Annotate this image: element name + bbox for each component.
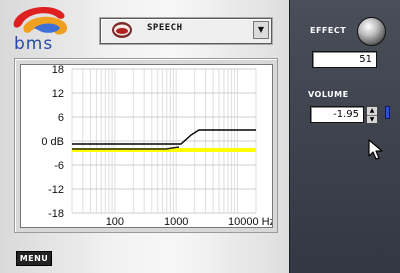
y-tick-label: -18 — [48, 208, 64, 220]
y-tick-label: -6 — [54, 160, 64, 172]
preset-label: SPEECH — [147, 23, 183, 33]
y-tick-label: 18 — [52, 65, 64, 76]
volume-level-indicator — [385, 106, 390, 119]
mouse-cursor-icon — [368, 139, 383, 160]
dropdown-arrow-icon[interactable]: ▼ — [253, 21, 269, 39]
volume-value-field[interactable]: -1.95 — [310, 106, 364, 123]
stepper-up-icon[interactable]: ▲ — [367, 107, 377, 115]
mouth-icon — [112, 22, 132, 38]
y-tick-label: 6 — [58, 112, 64, 124]
eq-graph: 18 12 6 0 dB -6 -12 -18 100 1000 10000 Hz — [20, 64, 275, 228]
y-tick-label: 12 — [52, 88, 64, 100]
effect-label: EFFECT — [310, 26, 347, 35]
effect-knob[interactable] — [357, 17, 386, 46]
volume-label: VOLUME — [308, 90, 349, 99]
preset-dropdown[interactable]: SPEECH ▼ — [100, 18, 272, 44]
plugin-control-panel — [289, 0, 400, 273]
eq-graph-frame: 18 12 6 0 dB -6 -12 -18 100 1000 10000 Hz — [14, 58, 278, 233]
menu-button[interactable]: MENU — [16, 251, 52, 266]
x-tick-label: 100 — [106, 216, 124, 227]
logo-text: bms — [14, 34, 54, 54]
stepper-down-icon[interactable]: ▼ — [367, 115, 377, 124]
volume-stepper[interactable]: ▲ ▼ — [366, 106, 378, 124]
y-tick-label: -12 — [48, 184, 64, 196]
eq-graph-svg: 18 12 6 0 dB -6 -12 -18 100 1000 10000 Hz — [41, 64, 275, 228]
plugin-main-panel: bms SPEECH ▼ 18 12 6 0 dB -6 -12 -18 100 1000 10… — [0, 0, 289, 273]
y-tick-label: 0 dB — [41, 136, 64, 148]
effect-value-field[interactable]: 51 — [312, 51, 377, 68]
x-tick-label: 10000 Hz — [228, 216, 272, 227]
x-tick-label: 1000 — [164, 216, 188, 227]
